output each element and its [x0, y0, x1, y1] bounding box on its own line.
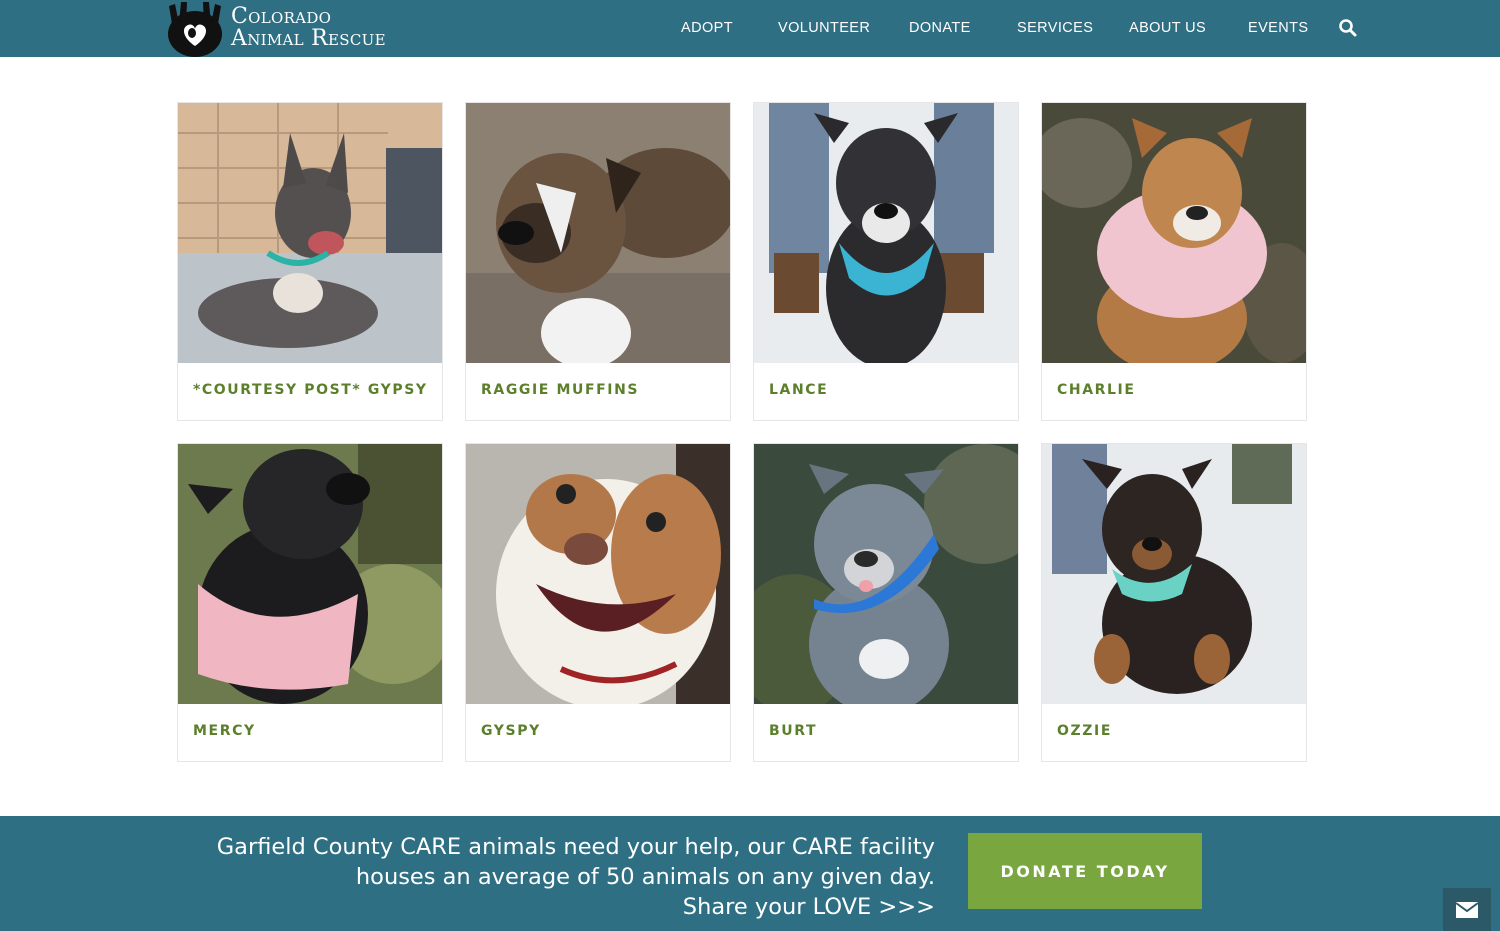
pet-card-burt[interactable]: BURT: [753, 443, 1019, 762]
banner-line-3[interactable]: Share your LOVE >>>: [175, 892, 935, 922]
pet-photo[interactable]: [754, 103, 1018, 363]
nav-adopt[interactable]: ADOPT: [681, 20, 733, 38]
hands-heart-logo-icon: [165, 0, 225, 57]
logo-wordmark: Colorado Animal Rescue: [231, 6, 386, 50]
nav-about-us[interactable]: ABOUT US: [1129, 20, 1206, 38]
pet-photo[interactable]: [1042, 103, 1306, 363]
pet-name[interactable]: GYSPY: [481, 723, 541, 739]
pet-card-gyspy[interactable]: GYSPY: [465, 443, 731, 762]
pet-photo[interactable]: [466, 103, 730, 363]
pet-photo[interactable]: [178, 444, 442, 704]
donate-today-button[interactable]: DONATE TODAY: [968, 833, 1202, 909]
pet-name[interactable]: CHARLIE: [1057, 382, 1136, 398]
pet-name[interactable]: LANCE: [769, 382, 828, 398]
nav-events[interactable]: EVENTS: [1248, 20, 1308, 38]
pet-card-raggie-muffins[interactable]: RAGGIE MUFFINS: [465, 102, 731, 421]
pet-name[interactable]: BURT: [769, 723, 817, 739]
nav-volunteer[interactable]: VOLUNTEER: [778, 20, 870, 38]
nav-services[interactable]: SERVICES: [1017, 20, 1093, 38]
envelope-icon[interactable]: [1443, 888, 1491, 931]
pet-card-gypsy-courtesy[interactable]: *COURTESY POST* GYPSY: [177, 102, 443, 421]
pet-name[interactable]: MERCY: [193, 723, 256, 739]
pet-name[interactable]: *COURTESY POST* GYPSY: [193, 382, 428, 398]
pet-name[interactable]: OZZIE: [1057, 723, 1112, 739]
search-icon[interactable]: [1338, 18, 1358, 38]
pet-photo[interactable]: [178, 103, 442, 363]
pet-card-charlie[interactable]: CHARLIE: [1041, 102, 1307, 421]
banner-line-2: houses an average of 50 animals on any g…: [355, 864, 935, 890]
pet-name[interactable]: RAGGIE MUFFINS: [481, 382, 639, 398]
nav-donate[interactable]: DONATE: [909, 20, 971, 38]
pet-card-ozzie[interactable]: OZZIE: [1041, 443, 1307, 762]
pet-photo[interactable]: [1042, 444, 1306, 704]
pet-card-mercy[interactable]: MERCY: [177, 443, 443, 762]
care-banner: Garfield County CARE animals need your h…: [0, 816, 1500, 931]
logo-line-1: Colorado: [231, 4, 332, 29]
pet-card-lance[interactable]: LANCE: [753, 102, 1019, 421]
pet-photo[interactable]: [754, 444, 1018, 704]
banner-line-1: Garfield County CARE animals need your h…: [216, 834, 935, 860]
pet-photo[interactable]: [466, 444, 730, 704]
site-logo[interactable]: Colorado Animal Rescue: [165, 0, 415, 57]
site-header: Colorado Animal Rescue ADOPT VOLUNTEER D…: [0, 0, 1500, 57]
logo-line-2: Animal Rescue: [231, 26, 386, 51]
banner-message: Garfield County CARE animals need your h…: [175, 832, 935, 922]
